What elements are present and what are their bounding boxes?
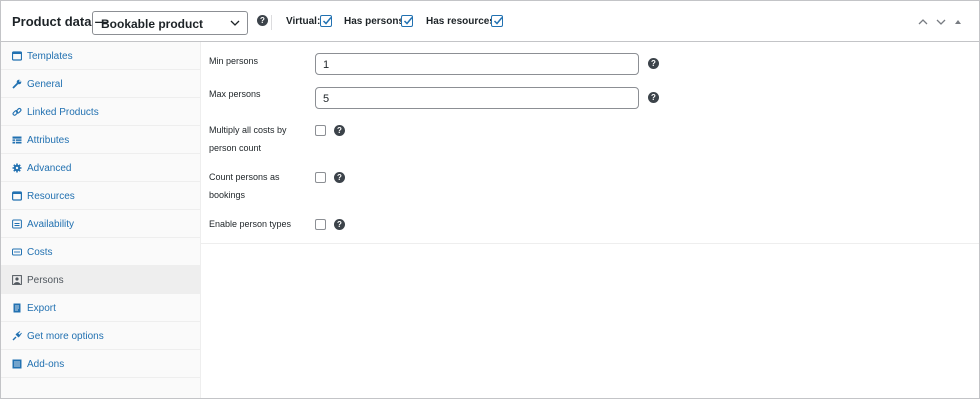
checkmark-icon xyxy=(322,17,332,25)
has-resources-checkbox[interactable] xyxy=(491,15,503,27)
tab-advanced[interactable]: Advanced xyxy=(1,154,200,182)
product-data-panel: Product data — Bookable product ? Virtua… xyxy=(0,0,980,399)
templates-icon xyxy=(12,51,22,61)
enable-person-types-checkbox[interactable] xyxy=(315,219,326,230)
count-persons-label-line1: Count persons as xyxy=(209,172,280,182)
product-type-value: Bookable product xyxy=(101,17,204,31)
tab-get-more-options[interactable]: Get more options xyxy=(1,322,200,350)
plugin-icon xyxy=(12,331,22,341)
tab-persons[interactable]: Persons xyxy=(1,266,200,294)
multiply-costs-label-line1: Multiply all costs by xyxy=(209,125,287,135)
move-down-icon[interactable] xyxy=(935,17,947,27)
help-icon[interactable]: ? xyxy=(648,92,659,103)
checkmark-icon xyxy=(493,17,503,25)
persons-panel: Min persons 1 ? Max persons 5 ? Multiply… xyxy=(201,42,979,244)
person-icon xyxy=(12,275,22,285)
calendar-icon xyxy=(12,219,22,229)
sidebar-item-label: Costs xyxy=(27,247,53,258)
checkmark-icon xyxy=(403,17,413,25)
has-resources-label: Has resources: xyxy=(426,16,499,27)
min-persons-input[interactable]: 1 xyxy=(315,53,639,75)
max-persons-label: Max persons xyxy=(209,89,261,99)
help-icon[interactable]: ? xyxy=(334,172,345,183)
tab-linked-products[interactable]: Linked Products xyxy=(1,98,200,126)
sidebar-item-label: General xyxy=(27,79,63,90)
export-icon xyxy=(13,303,21,313)
panel-controls xyxy=(917,17,967,29)
sidebar-item-label: Get more options xyxy=(27,331,104,342)
sidebar-item-label: Resources xyxy=(27,191,75,202)
sidebar-item-label: Availability xyxy=(27,219,75,230)
multiply-costs-label-line2: person count xyxy=(209,143,262,153)
link-icon xyxy=(12,107,22,116)
move-up-icon[interactable] xyxy=(917,17,929,27)
sidebar-item-label: Advanced xyxy=(27,163,72,174)
sidebar-item-label: Persons xyxy=(27,275,64,286)
virtual-checkbox[interactable] xyxy=(320,15,332,27)
header-divider xyxy=(271,15,272,30)
tab-attributes[interactable]: Attributes xyxy=(1,126,200,154)
sidebar-item-label: Add-ons xyxy=(27,359,65,370)
chevron-down-icon xyxy=(230,20,240,26)
count-persons-checkbox[interactable] xyxy=(315,172,326,183)
sidebar-item-label: Linked Products xyxy=(27,107,99,118)
virtual-label: Virtual: xyxy=(286,16,321,27)
resources-icon xyxy=(12,191,22,201)
tab-resources[interactable]: Resources xyxy=(1,182,200,210)
tab-costs[interactable]: Costs xyxy=(1,238,200,266)
tab-availability[interactable]: Availability xyxy=(1,210,200,238)
list-icon xyxy=(12,359,22,369)
help-icon[interactable]: ? xyxy=(334,125,345,136)
gear-icon xyxy=(12,163,22,173)
money-icon xyxy=(12,248,22,256)
help-icon[interactable]: ? xyxy=(257,15,268,26)
product-data-header: Product data — Bookable product ? Virtua… xyxy=(1,1,979,42)
tab-export[interactable]: Export xyxy=(1,294,200,322)
enable-person-types-label: Enable person types xyxy=(209,219,292,229)
help-icon[interactable]: ? xyxy=(334,219,345,230)
sidebar-item-label: Attributes xyxy=(27,135,70,146)
min-persons-label: Min persons xyxy=(209,56,259,66)
wrench-icon xyxy=(12,79,22,89)
tab-add-ons[interactable]: Add-ons xyxy=(1,350,200,378)
product-type-select[interactable]: Bookable product xyxy=(92,11,248,35)
count-persons-label-line2: bookings xyxy=(209,190,246,200)
max-persons-value: 5 xyxy=(323,93,330,105)
has-persons-checkbox[interactable] xyxy=(401,15,413,27)
multiply-costs-checkbox[interactable] xyxy=(315,125,326,136)
sidebar-item-label: Export xyxy=(27,303,56,314)
toggle-panel-icon[interactable] xyxy=(953,17,963,27)
sidebar-item-label: Templates xyxy=(27,51,73,62)
product-data-tabs: Templates General Linked Products Attrib… xyxy=(1,42,201,398)
max-persons-input[interactable]: 5 xyxy=(315,87,639,109)
table-icon xyxy=(12,136,22,144)
min-persons-value: 1 xyxy=(323,59,330,71)
tab-templates[interactable]: Templates xyxy=(1,42,200,70)
has-persons-label: Has persons: xyxy=(344,16,408,27)
tab-general[interactable]: General xyxy=(1,70,200,98)
help-icon[interactable]: ? xyxy=(648,58,659,69)
